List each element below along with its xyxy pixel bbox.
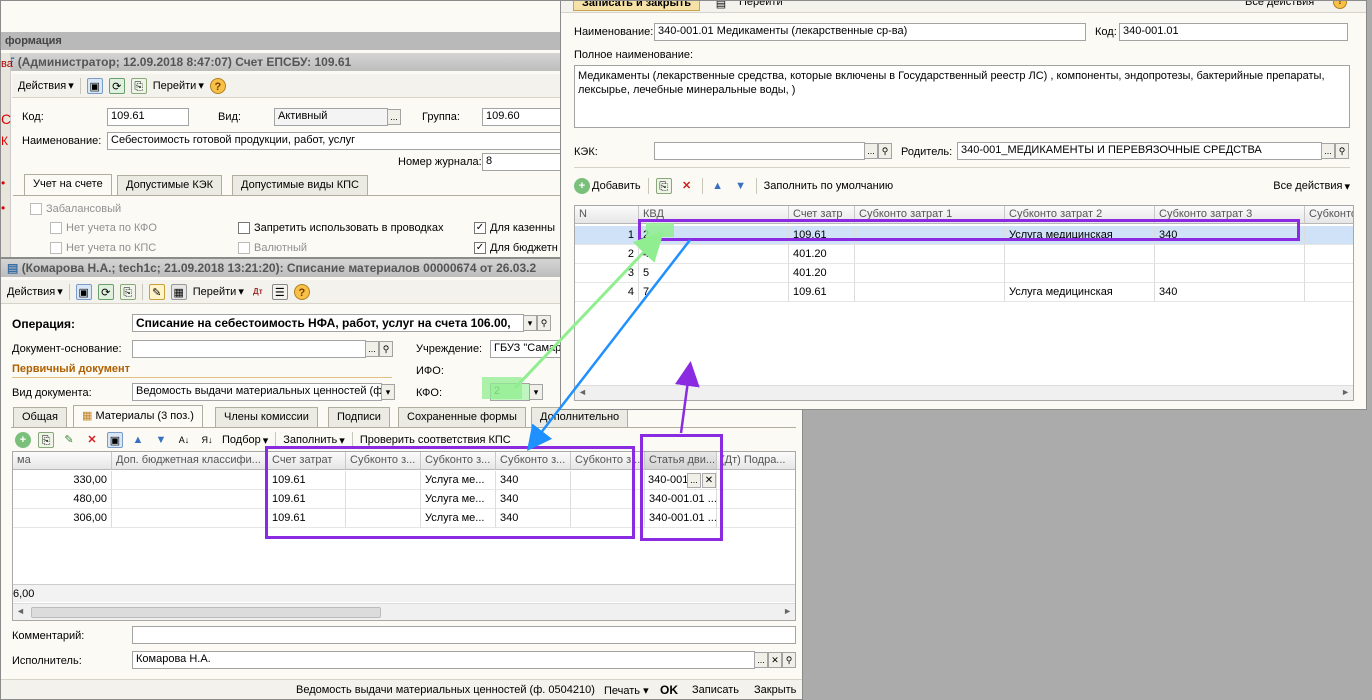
- green-arrow: [513, 230, 665, 390]
- purple-arrow: [674, 361, 700, 434]
- annotation-arrows: [513, 230, 700, 451]
- blue-arrow: [526, 239, 691, 451]
